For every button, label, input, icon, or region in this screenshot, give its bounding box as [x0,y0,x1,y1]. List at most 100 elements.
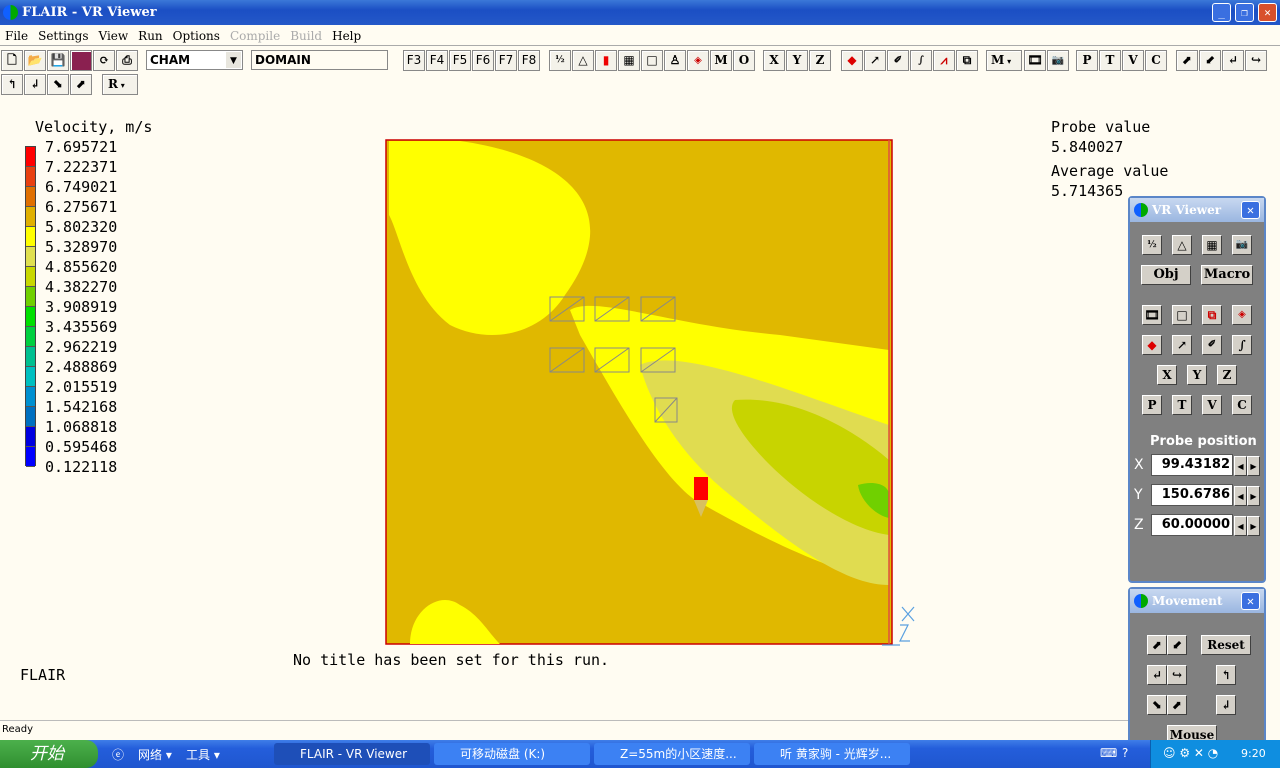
box-icon[interactable]: ⧉ [956,50,978,71]
scale-icon[interactable]: ½ [1142,235,1162,255]
camera-icon[interactable]: 📷 [1232,235,1252,255]
close-button[interactable]: ✕ [1258,3,1277,22]
y-button[interactable]: Y [1187,365,1207,385]
stream-icon[interactable]: ✐ [1202,335,1222,355]
menu-view[interactable]: View [98,26,128,45]
z-button[interactable]: Z [809,50,831,71]
task-folder[interactable]: Z=55m的小区速度... [594,743,750,765]
task-flair[interactable]: FLAIR - VR Viewer [274,743,430,765]
t-button[interactable]: T [1172,395,1192,415]
t-button[interactable]: T [1099,50,1121,71]
o-button[interactable]: O [733,50,755,71]
grid-icon[interactable]: ▦ [1202,235,1222,255]
z-button[interactable]: Z [1217,365,1237,385]
object-icon[interactable]: ◈ [687,50,709,71]
z-increment-button[interactable]: ▶ [1247,516,1260,536]
macro-button[interactable]: Macro [1201,265,1253,285]
z-decrement-button[interactable]: ◀ [1234,516,1247,536]
film-icon[interactable]: 🎞 [1024,50,1046,71]
v-button[interactable]: V [1202,395,1222,415]
colour-icon[interactable] [70,50,92,71]
probe-x-input[interactable]: 99.43182 [1151,454,1233,476]
menu-settings[interactable]: Settings [38,26,88,45]
iso-icon[interactable]: ∫ [910,50,932,71]
camera-icon[interactable]: 📷 [1047,50,1069,71]
up-arrow-icon[interactable]: ↰ [1,74,23,95]
rotate-right-icon[interactable]: ↪ [1245,50,1267,71]
y-decrement-button[interactable]: ◀ [1234,486,1247,506]
maximize-button[interactable]: ❐ [1235,3,1254,22]
x-button[interactable]: X [1157,365,1177,385]
vector-icon[interactable]: ↗ [864,50,886,71]
triangle-icon[interactable]: △ [1172,235,1192,255]
probe-z-input[interactable]: 60.00000 [1151,514,1233,536]
menu-file[interactable]: File [5,26,28,45]
reset-button[interactable]: Reset [1201,635,1251,655]
rotate-left-icon[interactable]: ↵ [1222,50,1244,71]
cone-icon[interactable]: ♙ [664,50,686,71]
save-icon[interactable]: 💾 [47,50,69,71]
iso-icon[interactable]: ∫ [1232,335,1252,355]
quick-tools[interactable]: 工具 ▾ [186,746,220,763]
y-increment-button[interactable]: ▶ [1247,486,1260,506]
p-button[interactable]: P [1076,50,1098,71]
minimize-button[interactable]: _ [1212,3,1231,22]
scale-icon[interactable]: ½ [549,50,571,71]
grid-icon[interactable]: ▦ [618,50,640,71]
contour-icon[interactable]: ◆ [1142,335,1162,355]
move-out-icon[interactable]: ⬋ [1167,635,1187,655]
p-button[interactable]: P [1142,395,1162,415]
c-button[interactable]: C [1145,50,1167,71]
triangle-icon[interactable]: △ [572,50,594,71]
move-in-icon[interactable]: ⬈ [1176,50,1198,71]
contour-plot[interactable] [380,135,925,655]
f4-button[interactable]: F4 [426,50,448,71]
menu-run[interactable]: Run [138,26,163,45]
x-decrement-button[interactable]: ◀ [1234,456,1247,476]
new-file-icon[interactable]: 🗋 [1,50,23,71]
contour-icon[interactable]: ◆ [841,50,863,71]
rotate-left-icon[interactable]: ↵ [1147,665,1167,685]
task-removable-disk[interactable]: 可移动磁盘 (K:) [434,743,590,765]
f3-button[interactable]: F3 [403,50,425,71]
stream-icon[interactable]: ✐ [887,50,909,71]
outline-icon[interactable]: □ [641,50,663,71]
cham-combo[interactable]: CHAM ▼ [146,50,243,70]
tilt-down-icon[interactable]: ⬊ [47,74,69,95]
move-out-icon[interactable]: ⬋ [1199,50,1221,71]
quick-network[interactable]: 网络 ▾ [138,746,172,763]
f5-button[interactable]: F5 [449,50,471,71]
tilt-down-icon[interactable]: ⬊ [1147,695,1167,715]
up-arrow-icon[interactable]: ↰ [1216,665,1236,685]
open-folder-icon[interactable]: 📂 [24,50,46,71]
y-button[interactable]: Y [786,50,808,71]
ie-icon[interactable]: ⓔ [112,746,124,763]
c-button[interactable]: C [1232,395,1252,415]
start-button[interactable]: 开始 [0,740,98,768]
keyboard-icon[interactable]: ⌨ [1100,746,1117,760]
vr-viewer-close-button[interactable]: ✕ [1241,201,1260,219]
obj-button[interactable]: Obj [1141,265,1191,285]
f8-button[interactable]: F8 [518,50,540,71]
f7-button[interactable]: F7 [495,50,517,71]
help-icon[interactable]: ? [1122,746,1128,760]
outline-icon[interactable]: □ [1172,305,1192,325]
print-icon[interactable]: ⎙ [116,50,138,71]
m-combo[interactable]: M ▾ [986,50,1022,71]
tray-icons[interactable]: ☺ ⚙ ✕ ◔ [1163,746,1218,760]
v-button[interactable]: V [1122,50,1144,71]
tilt-up-icon[interactable]: ⬈ [70,74,92,95]
box-icon[interactable]: ⧉ [1202,305,1222,325]
domain-field[interactable]: DOMAIN [251,50,388,70]
down-arrow-icon[interactable]: ↲ [1216,695,1236,715]
task-music[interactable]: 听 黄家驹 - 光辉岁... [754,743,910,765]
r-combo[interactable]: R ▾ [102,74,138,95]
menu-help[interactable]: Help [332,26,361,45]
rotate-right-icon[interactable]: ↪ [1167,665,1187,685]
x-increment-button[interactable]: ▶ [1247,456,1260,476]
film-icon[interactable]: 🎞 [1142,305,1162,325]
menu-options[interactable]: Options [173,26,220,45]
vector-icon[interactable]: ↗ [1172,335,1192,355]
m-button[interactable]: M [710,50,732,71]
x-button[interactable]: X [763,50,785,71]
